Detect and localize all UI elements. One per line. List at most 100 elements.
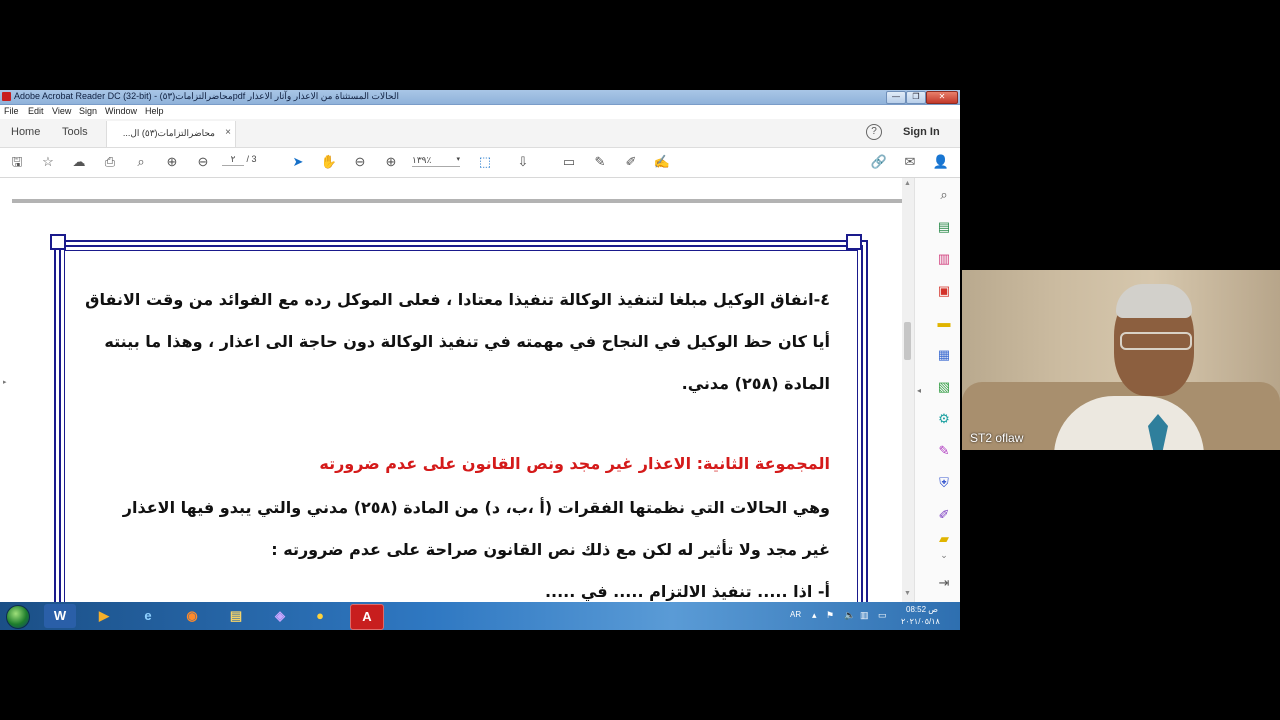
organize-pages-icon[interactable]: ▥	[935, 250, 953, 268]
hand-tool-icon[interactable]: ✋	[320, 153, 338, 171]
export-pdf-icon[interactable]: ▤	[935, 218, 953, 236]
tab-home[interactable]: Home	[11, 126, 40, 138]
start-button[interactable]	[6, 605, 30, 629]
zoom-in-icon[interactable]: ⊕	[382, 153, 400, 171]
save-icon[interactable]: 🖫	[8, 153, 26, 171]
create-pdf-icon[interactable]: ▣	[935, 282, 953, 300]
tray-expand-icon[interactable]: ▴	[812, 610, 817, 621]
menu-window[interactable]: Window	[105, 106, 137, 116]
menu-file[interactable]: File	[4, 106, 19, 116]
text-line: أيا كان حظ الوكيل في النجاح في مهمته في …	[104, 332, 830, 351]
protect-shield-icon[interactable]: ⛨	[935, 474, 953, 492]
menu-view[interactable]: View	[52, 106, 71, 116]
highlight-pen-icon[interactable]: ✎	[591, 153, 609, 171]
page-separator	[12, 199, 902, 203]
fit-page-icon[interactable]: ⬚	[476, 153, 494, 171]
volume-icon[interactable]: 🔈	[844, 610, 855, 621]
speaker-hair	[1116, 284, 1192, 318]
title-bar[interactable]: Adobe Acrobat Reader DC (32-bit) - محاضر…	[0, 90, 960, 105]
menu-help[interactable]: Help	[145, 106, 164, 116]
page-indicator[interactable]: ٢ / 3	[222, 154, 257, 166]
file-explorer-taskbar-icon[interactable]: ▤	[220, 604, 252, 628]
close-tab-icon[interactable]: ×	[225, 127, 231, 138]
sign-in-button[interactable]: Sign In	[903, 126, 940, 138]
battery-icon[interactable]: ▭	[878, 610, 887, 621]
share-link-icon[interactable]: 🔗	[870, 153, 888, 171]
menu-bar: File Edit View Sign Window Help	[0, 105, 960, 118]
text-line: أ- اذا ..... تنفيذ الالتزام ..... في ...…	[544, 582, 830, 601]
media-player-taskbar-icon[interactable]: ▶	[88, 604, 120, 628]
add-user-icon[interactable]: 👤	[932, 153, 950, 171]
zoom-out-icon[interactable]: ⊖	[351, 153, 369, 171]
select-pointer-icon[interactable]: ➤	[289, 153, 307, 171]
frame-corner	[846, 234, 862, 250]
scroll-mode-icon[interactable]: ⇩	[514, 153, 532, 171]
chevron-down-icon[interactable]: ⌄	[935, 546, 953, 564]
bookmark-star-icon[interactable]: ☆	[39, 153, 57, 171]
participant-name: ST2 oflaw	[970, 431, 1024, 445]
fill-sign-icon[interactable]: ✍	[653, 153, 671, 171]
acrobat-taskbar-icon[interactable]: A	[350, 604, 384, 630]
internet-explorer-taskbar-icon[interactable]: e	[132, 604, 164, 628]
toolbar: 🖫 ☆ ☁ ⎙ ⌕ ⊕ ⊖ ٢ / 3 ➤ ✋ ⊖ ⊕ ١٣٩٪ ▾ ⬚ ⇩ ▭…	[0, 148, 960, 178]
scroll-down-icon[interactable]: ▼	[904, 590, 911, 597]
page-total: / 3	[246, 154, 257, 164]
clock-date[interactable]: ٢٠٢١/٠٥/١٨	[901, 617, 940, 626]
text-line: المادة (٢٥٨) مدني.	[681, 374, 830, 393]
combine-files-icon[interactable]: ▦	[935, 346, 953, 364]
search-icon[interactable]: ⌕	[935, 186, 953, 204]
collapse-pane-icon[interactable]: ◂	[917, 386, 921, 395]
zoom-level-value: ١٣٩٪	[412, 155, 432, 165]
close-window-button[interactable]: ✕	[926, 91, 958, 104]
viber-taskbar-icon[interactable]: ◈	[264, 604, 296, 628]
scroll-up-icon[interactable]: ▲	[904, 180, 911, 187]
clock-time[interactable]: ص 08:52	[906, 605, 938, 614]
word-taskbar-icon[interactable]: W	[44, 604, 76, 628]
search-zoom-icon[interactable]: ⌕	[132, 153, 150, 171]
tab-bar: Home Tools محاضرالتزامات(٥٣) ال... × ? S…	[0, 119, 960, 148]
comment-icon[interactable]: ▭	[560, 153, 578, 171]
menu-edit[interactable]: Edit	[28, 106, 44, 116]
scan-icon[interactable]: ⚙	[935, 410, 953, 428]
scrollbar-thumb[interactable]	[904, 322, 911, 360]
expand-left-panel-icon[interactable]: ▸	[3, 378, 7, 386]
menu-sign[interactable]: Sign	[79, 106, 97, 116]
input-language[interactable]: AR	[790, 610, 801, 619]
next-page-icon[interactable]: ⊖	[194, 153, 212, 171]
network-icon[interactable]: ▥	[860, 610, 869, 621]
taskbar: W ▶ e ◉ ▤ ◈ ● A AR ▴ ⚑ 🔈 ▥ ▭ ص 08:52 ٢٠٢…	[0, 602, 960, 630]
pane-exit-icon[interactable]: ⇥	[935, 574, 953, 592]
speaker-glasses	[1120, 332, 1192, 350]
upload-cloud-icon[interactable]: ☁	[70, 153, 88, 171]
minimize-button[interactable]: —	[886, 91, 906, 104]
tab-document[interactable]: محاضرالتزامات(٥٣) ال... ×	[106, 121, 236, 147]
edit-pen-icon[interactable]: ✐	[935, 506, 953, 524]
comment-tool-icon[interactable]: ▬	[935, 314, 953, 332]
window-title: Adobe Acrobat Reader DC (32-bit) - محاضر…	[14, 91, 399, 101]
webcam-video: ST2 oflaw	[962, 270, 1280, 450]
frame-corner	[50, 234, 66, 250]
document-view[interactable]: ٤-انفاق الوكيل مبلغا لتنفيذ الوكالة تنفي…	[12, 178, 902, 602]
text-line: غير مجد ولا تأثير له لكن مع ذلك نص القان…	[271, 540, 830, 559]
firefox-taskbar-icon[interactable]: ◉	[176, 604, 208, 628]
chrome-taskbar-icon[interactable]: ●	[304, 604, 336, 628]
page-number-input[interactable]: ٢	[222, 154, 244, 166]
acrobat-app-icon	[2, 92, 11, 101]
text-line: ٤-انفاق الوكيل مبلغا لتنفيذ الوكالة تنفي…	[85, 290, 830, 309]
email-icon[interactable]: ✉	[901, 153, 919, 171]
print-icon[interactable]: ⎙	[101, 153, 119, 171]
compress-pdf-icon[interactable]: ▧	[935, 378, 953, 396]
tab-tools[interactable]: Tools	[62, 126, 88, 138]
section-heading: المجموعة الثانية: الاعذار غير مجد ونص ال…	[319, 454, 830, 473]
action-center-flag-icon[interactable]: ⚑	[826, 610, 834, 621]
zoom-dropdown-icon[interactable]: ▾	[456, 155, 460, 163]
zoom-level-select[interactable]: ١٣٩٪ ▾	[412, 155, 460, 167]
tools-pane: ◂ ⌕ ▤ ▥ ▣ ▬ ▦ ▧ ⚙ ✎ ⛨ ✐ ▰ ⌄ ⇥	[914, 178, 960, 602]
fill-sign-tool-icon[interactable]: ✎	[935, 442, 953, 460]
maximize-button[interactable]: ❐	[906, 91, 926, 104]
vertical-scrollbar[interactable]: ▲ ▼	[902, 178, 914, 602]
help-icon[interactable]: ?	[866, 124, 882, 140]
draw-icon[interactable]: ✐	[622, 153, 640, 171]
left-panel-toggle[interactable]: ▸	[0, 178, 12, 602]
previous-page-icon[interactable]: ⊕	[163, 153, 181, 171]
